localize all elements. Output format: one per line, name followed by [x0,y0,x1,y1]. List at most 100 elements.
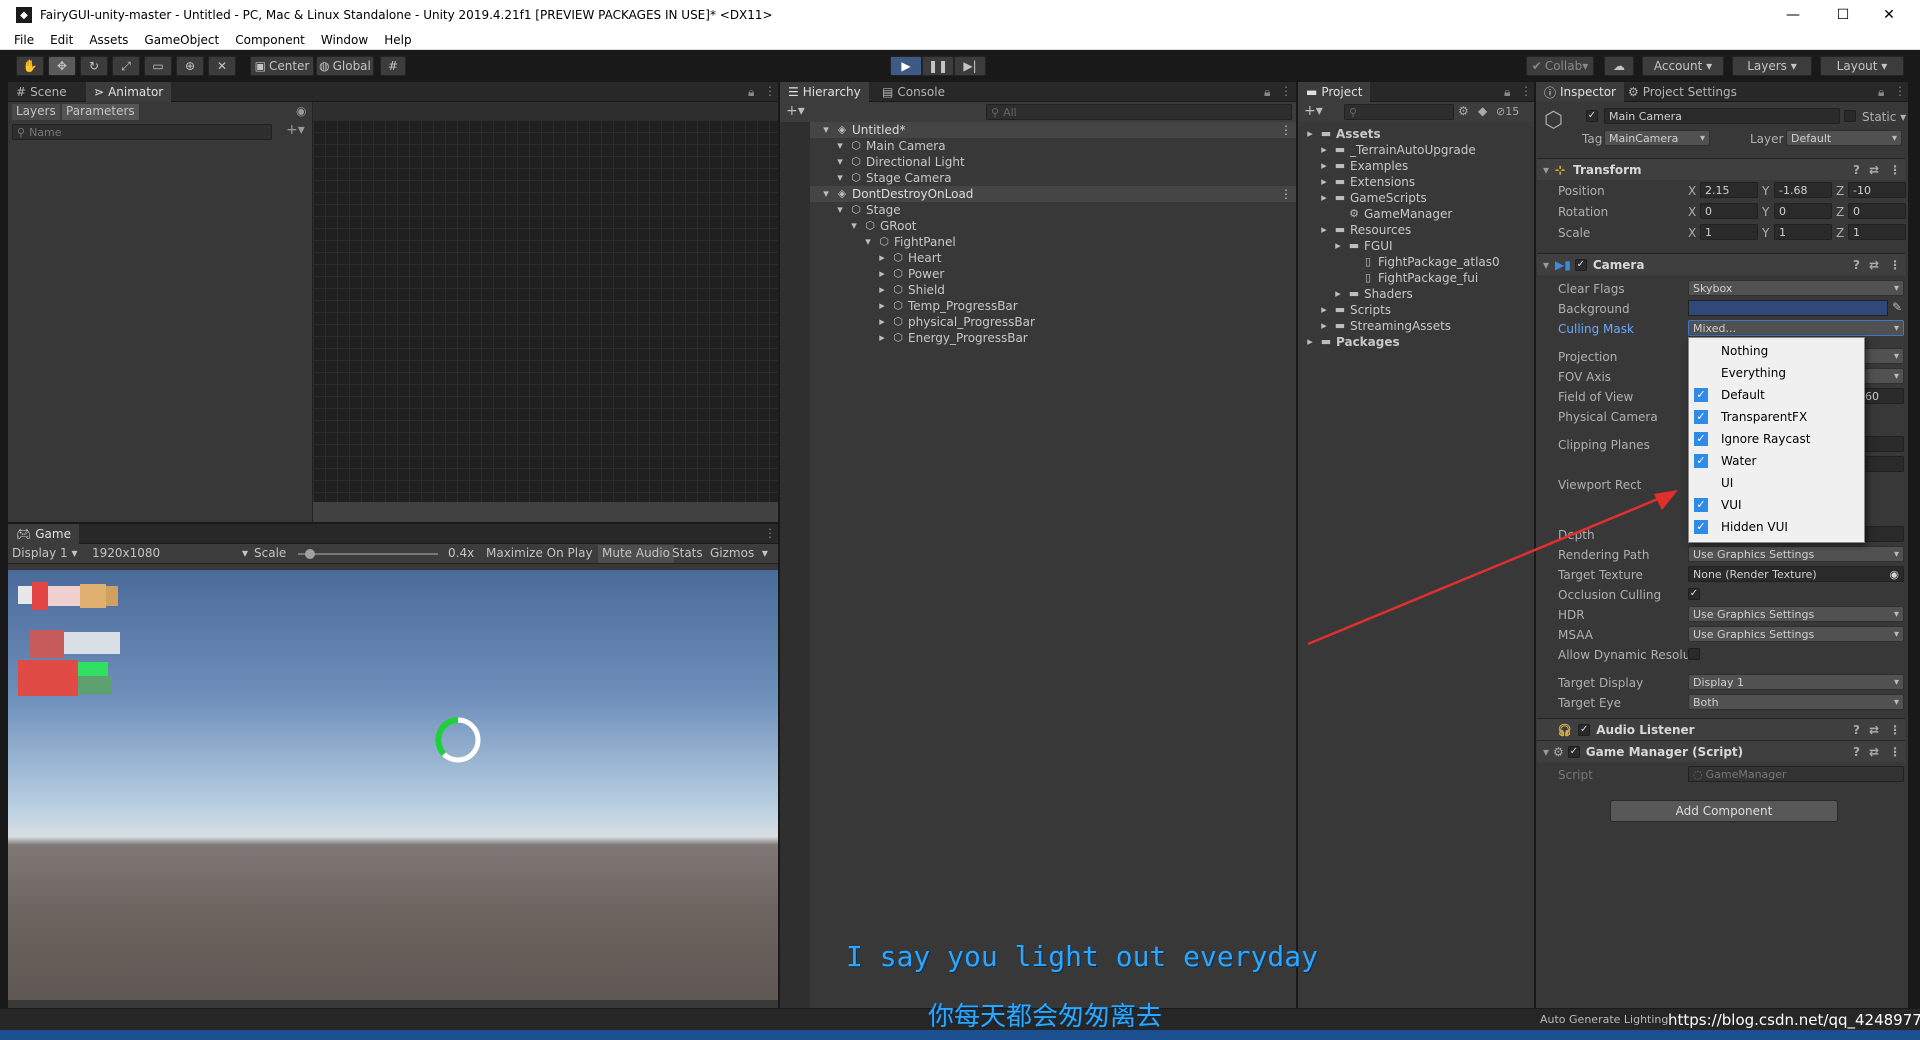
filter-type-icon[interactable]: ⚙ [1458,104,1469,118]
tab-inspector[interactable]: ⓘ Inspector [1536,82,1624,102]
hierarchy-item[interactable]: ▾ ◈ DontDestroyOnLoad ⋮ [810,186,1296,202]
gm-preset-icon[interactable]: ⇄ [1869,745,1879,759]
scene-menu-icon[interactable]: ⋮ [1280,123,1292,137]
rotate-tool-button[interactable]: ↻ [80,56,108,76]
project-item[interactable]: ▸ ▬ Extensions [1318,174,1415,190]
position-x-axis-label[interactable]: X [1688,184,1696,198]
foldout-arrow-icon[interactable]: ▸ [1318,160,1330,172]
transform-header[interactable]: ▾ ⊹ Transform ? ⇄ ⋮ [1537,158,1905,180]
inspector-lock-icon[interactable]: 🔒︎ [1878,85,1884,100]
foldout-arrow-icon[interactable]: ▸ [876,284,888,296]
foldout-arrow-icon[interactable]: ▸ [1318,224,1330,236]
hierarchy-lock-icon[interactable]: 🔒︎ [1264,85,1270,100]
project-item[interactable]: ▸ ▬ Shaders [1332,286,1413,302]
project-search-input[interactable]: ⚲ [1344,104,1454,120]
project-item[interactable]: ▸ ▬ Resources [1318,222,1411,238]
pivot-global-button[interactable]: ◍ Global [316,56,374,76]
culling-menu-item[interactable]: Everything [1689,362,1864,384]
component-menu-icon[interactable]: ⋮ [1889,163,1901,177]
maximize-on-play-toggle[interactable]: Maximize On Play [486,546,593,560]
menu-gameobject[interactable]: GameObject [136,33,227,47]
target-eye-dropdown[interactable]: Both [1688,694,1904,710]
menu-assets[interactable]: Assets [81,33,136,47]
scale-tool-button[interactable]: ⤢ [112,56,140,76]
hierarchy-item[interactable]: ▾ ⬡ Main Camera [834,138,1306,154]
tab-scene[interactable]: # Scene [8,82,75,102]
hierarchy-item[interactable]: ▾ ⬡ FightPanel [862,234,1306,250]
game-viewport[interactable] [8,570,778,1000]
static-dropdown[interactable]: Static ▾ [1862,110,1906,124]
tag-dropdown[interactable]: MainCamera [1604,130,1710,146]
layers-dropdown[interactable]: Layers ▾ [1732,56,1812,76]
depth-field[interactable] [1860,526,1904,542]
position-y-axis-label[interactable]: Y [1762,184,1769,198]
project-item[interactable]: ▸ ▬ FGUI [1332,238,1392,254]
rotation-z-axis-label[interactable]: Z [1836,205,1844,219]
foldout-arrow-icon[interactable]: ▾ [848,220,860,232]
foldout-arrow-icon[interactable]: ▸ [1304,128,1316,140]
foldout-arrow-icon[interactable]: ▸ [1304,336,1316,348]
preset-icon[interactable]: ⇄ [1869,163,1879,177]
layer-dropdown[interactable]: Default [1786,130,1902,146]
step-button[interactable]: ▶| [954,56,986,76]
scale-x-axis-label[interactable]: X [1688,226,1696,240]
clear-flags-dropdown[interactable]: Skybox [1688,280,1904,296]
static-checkbox[interactable] [1844,110,1856,122]
foldout-arrow-icon[interactable]: ▾ [820,188,832,200]
culling-menu-item[interactable]: UI [1689,472,1864,494]
add-parameter-icon[interactable]: +▾ [286,122,305,138]
foldout-arrow-icon[interactable]: ▾ [862,236,874,248]
scale-x-field[interactable]: 1 [1700,224,1758,240]
gizmos-dropdown[interactable]: Gizmos ▾ [710,546,768,560]
foldout-arrow-icon[interactable] [1346,272,1358,284]
menu-help[interactable]: Help [376,33,419,47]
hdr-dropdown[interactable]: Use Graphics Settings [1688,606,1904,622]
account-dropdown[interactable]: Account ▾ [1642,56,1724,76]
tab-project[interactable]: ▬ Project [1298,82,1371,102]
filter-label-icon[interactable]: ◆ [1478,104,1487,118]
mute-audio-toggle[interactable]: Mute Audio [598,545,674,563]
hierarchy-search-input[interactable]: ⚲ All [986,104,1292,120]
hierarchy-item[interactable]: ▾ ⬡ Stage Camera [834,170,1306,186]
hierarchy-item[interactable]: ▾ ⬡ Directional Light [834,154,1306,170]
culling-menu-item[interactable]: ✓ TransparentFX [1689,406,1864,428]
gm-help-icon[interactable]: ? [1853,745,1860,759]
foldout-arrow-icon[interactable]: ▸ [1332,288,1344,300]
culling-menu-item[interactable]: ✓ Hidden VUI [1689,516,1864,538]
help-icon[interactable]: ? [1853,163,1860,177]
foldout-arrow-icon[interactable]: ▸ [876,252,888,264]
layout-dropdown[interactable]: Layout ▾ [1820,56,1904,76]
cloud-button[interactable]: ☁ [1604,56,1634,76]
scale-z-axis-label[interactable]: Z [1836,226,1844,240]
move-tool-button[interactable]: ✥ [48,56,76,76]
hidden-packages-counter[interactable]: ⊘15 [1496,105,1519,118]
project-item[interactable]: ▸ ▬ Scripts [1318,302,1391,318]
rendering-path-dropdown[interactable]: Use Graphics Settings [1688,546,1904,562]
hierarchy-item[interactable]: ▸ ⬡ physical_ProgressBar [876,314,1306,330]
project-lock-icon[interactable]: 🔒︎ [1504,85,1510,100]
object-name-field[interactable]: Main Camera [1604,108,1840,124]
object-picker-icon[interactable]: ◉ [1889,568,1899,581]
project-item[interactable]: ▸ ▬ StreamingAssets [1318,318,1451,334]
game-manager-checkbox[interactable]: ✓ [1567,745,1580,758]
project-item[interactable]: ▸ ▬ Packages [1304,334,1399,350]
menu-component[interactable]: Component [227,33,313,47]
clipping-near-field[interactable] [1860,436,1904,452]
foldout-arrow-icon[interactable]: ▾ [834,172,846,184]
eyedropper-icon[interactable]: ✎ [1892,300,1902,314]
minimize-button[interactable]: — [1770,0,1816,30]
target-texture-field[interactable]: None (Render Texture) ◉ [1688,566,1904,582]
add-component-button[interactable]: Add Component [1610,800,1838,822]
name-search-input[interactable]: ⚲ Name [12,124,272,140]
eye-icon[interactable]: ◉ [296,104,306,118]
tab-hierarchy[interactable]: ☰ Hierarchy [780,82,869,102]
culling-menu-item[interactable]: Nothing [1689,340,1864,362]
lock-icon[interactable]: 🔒︎ [748,85,754,100]
hierarchy-item[interactable]: ▾ ◈ Untitled* ⋮ [810,122,1296,138]
rotation-y-axis-label[interactable]: Y [1762,205,1769,219]
camera-help-icon[interactable]: ? [1853,258,1860,272]
project-item[interactable]: ▸ ▬ Examples [1318,158,1408,174]
inspector-menu-icon[interactable]: ⋮ [1894,84,1906,98]
hierarchy-item[interactable]: ▾ ⬡ Stage [834,202,1306,218]
position-z-field[interactable]: -10 [1848,182,1906,198]
